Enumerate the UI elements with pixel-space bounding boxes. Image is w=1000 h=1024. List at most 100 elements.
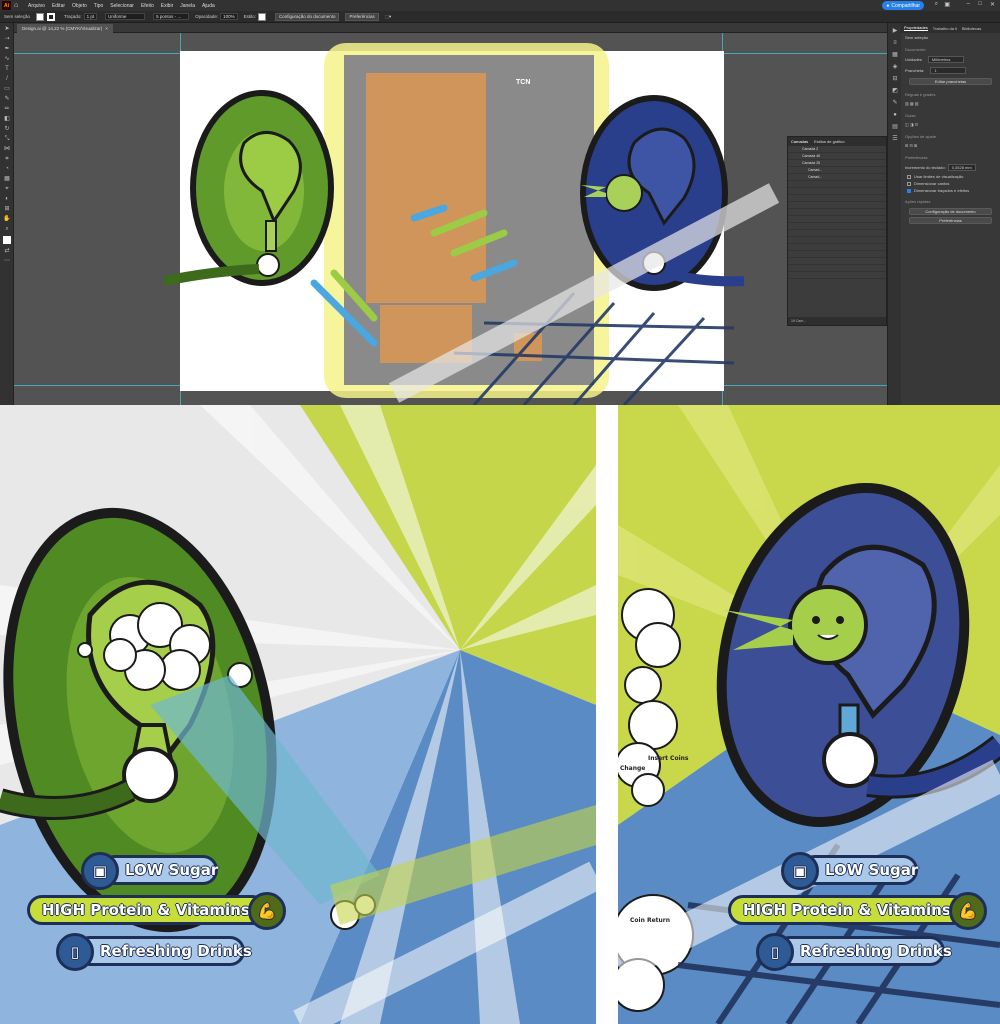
swap-colors-icon[interactable]: ⇄ <box>3 247 11 255</box>
layer-row[interactable] <box>788 272 886 279</box>
doc-setup-button[interactable]: Configuração do documento <box>274 12 340 21</box>
fill-color-icon[interactable] <box>3 236 11 244</box>
menu-tipo[interactable]: Tipo <box>94 3 104 9</box>
hand-tool-icon[interactable]: ✋ <box>3 215 11 223</box>
color-icon[interactable]: ● <box>891 111 899 119</box>
width-tool-icon[interactable]: ⋈ <box>3 145 11 153</box>
scale-tool-icon[interactable]: ⤡ <box>3 135 11 143</box>
pathfinder-icon[interactable]: ◩ <box>891 87 899 95</box>
gradient-tool-icon[interactable]: ▦ <box>3 175 11 183</box>
brush-select[interactable]: 5 pontos - ... <box>153 13 190 20</box>
layer-row[interactable] <box>788 181 886 188</box>
fill-swatch[interactable] <box>36 12 45 21</box>
preferences-button[interactable]: Preferências <box>345 12 379 21</box>
checkbox-scale-corners[interactable]: Dimensionar cantos <box>901 180 1000 187</box>
arrange-icon[interactable]: ⬚▾ <box>385 14 392 20</box>
stroke-weight-field[interactable]: 1 pt <box>83 13 98 20</box>
rotate-tool-icon[interactable]: ↻ <box>3 125 11 133</box>
checkbox-scale-strokes[interactable]: Dimensionar traçados e efeitos <box>901 187 1000 194</box>
layer-row[interactable]: Camad... <box>788 167 886 174</box>
selection-tool-icon[interactable]: ➤ <box>3 25 11 33</box>
document-setup-button[interactable]: Configuração de documento <box>909 208 992 215</box>
guides-title: Guias <box>905 113 916 118</box>
layer-row[interactable] <box>788 265 886 272</box>
menu-efeito[interactable]: Efeito <box>141 3 154 9</box>
more-tools-icon[interactable]: ⋯ <box>3 257 11 265</box>
play-icon[interactable]: ▶ <box>891 27 899 35</box>
layer-row[interactable]: Camada 46 <box>788 153 886 160</box>
pen-tool-icon[interactable]: ✒ <box>3 45 11 53</box>
artboard-select[interactable]: 1 <box>930 67 967 74</box>
type-tool-icon[interactable]: T <box>3 65 11 73</box>
paintbrush-tool-icon[interactable]: ✎ <box>3 95 11 103</box>
tab-graphic-styles[interactable]: Estilos de gráfico <box>814 139 844 144</box>
search-icon[interactable]: ⌕ <box>935 1 938 8</box>
menu-ajuda[interactable]: Ajuda <box>202 3 215 9</box>
checkbox-preview-bounds[interactable]: Usar limites de visualização <box>901 173 1000 180</box>
layer-row[interactable] <box>788 209 886 216</box>
blend-tool-icon[interactable]: ◐ <box>3 195 11 203</box>
share-button[interactable]: ● Compartilhar <box>882 1 924 10</box>
snap-icons[interactable]: ⊞ ⊟ ⊠ <box>901 141 1000 150</box>
stroke-profile-select[interactable]: Uniforme <box>105 13 146 20</box>
properties-icon[interactable]: ≡ <box>891 39 899 47</box>
brushes-icon[interactable]: ✎ <box>891 99 899 107</box>
menu-objeto[interactable]: Objeto <box>72 3 87 9</box>
document-tab[interactable]: Design.ai @ 14,22 % (CMYK/Visualizar) × <box>17 24 113 33</box>
layer-row[interactable] <box>788 251 886 258</box>
stroke-icon[interactable]: ☰ <box>891 135 899 143</box>
curvature-tool-icon[interactable]: ∿ <box>3 55 11 63</box>
free-transform-tool-icon[interactable]: ⌗ <box>3 155 11 163</box>
menu-selecionar[interactable]: Selecionar <box>110 3 134 9</box>
shape-builder-tool-icon[interactable]: ◔ <box>3 165 11 173</box>
zoom-tool-icon[interactable]: ⌕ <box>3 225 11 233</box>
align-icon[interactable]: ⊟ <box>891 75 899 83</box>
layer-row[interactable] <box>788 223 886 230</box>
tab-libraries[interactable]: Bibliotecas <box>962 26 981 31</box>
style-swatch[interactable] <box>257 12 266 21</box>
menu-editar[interactable]: Editar <box>52 3 65 9</box>
pencil-tool-icon[interactable]: ✏ <box>3 105 11 113</box>
layer-row[interactable]: Camad... <box>788 174 886 181</box>
close-tab-icon[interactable]: × <box>105 26 108 31</box>
layer-row[interactable]: Camada 2 <box>788 146 886 153</box>
direct-selection-tool-icon[interactable]: ⇢ <box>3 35 11 43</box>
workspace-icon[interactable]: ▣ <box>944 1 950 8</box>
maximize-icon[interactable]: □ <box>978 1 982 7</box>
tab-layers[interactable]: Camadas <box>791 139 808 144</box>
eyedropper-tool-icon[interactable]: ⌖ <box>3 185 11 193</box>
swatches-icon[interactable]: ▤ <box>891 123 899 131</box>
layer-row[interactable] <box>788 258 886 265</box>
preferences-panel-button[interactable]: Preferências <box>909 217 992 224</box>
edit-artboards-button[interactable]: Editar pranchetas <box>909 78 992 85</box>
home-icon[interactable]: ⌂ <box>14 2 22 10</box>
close-icon[interactable]: ✕ <box>990 1 995 8</box>
layers-icon[interactable]: ◈ <box>891 63 899 71</box>
tab-trabalho[interactable]: Trabalho da li <box>933 26 957 31</box>
stroke-swatch[interactable] <box>47 12 56 21</box>
opacity-field[interactable]: 100% <box>220 13 238 20</box>
menu-janela[interactable]: Janela <box>180 3 195 9</box>
menu-arquivo[interactable]: Arquivo <box>28 3 45 9</box>
tab-properties[interactable]: Propriedades <box>904 25 928 31</box>
guides-icons[interactable]: ◫ ◨ ⊡ <box>901 120 1000 129</box>
rulers-grid-icons[interactable]: ▥ ▦ ▧ <box>901 99 1000 108</box>
menu-exibir[interactable]: Exibir <box>161 3 174 9</box>
rectangle-tool-icon[interactable]: ▭ <box>3 85 11 93</box>
layer-row[interactable] <box>788 216 886 223</box>
libraries-icon[interactable]: ▦ <box>891 51 899 59</box>
layer-row[interactable] <box>788 202 886 209</box>
units-select[interactable]: Milímetros <box>927 56 964 63</box>
layer-row[interactable] <box>788 237 886 244</box>
artboard-tool-icon[interactable]: ⊞ <box>3 205 11 213</box>
eraser-tool-icon[interactable]: ◧ <box>3 115 11 123</box>
canvas[interactable]: TCN <box>14 33 887 405</box>
line-tool-icon[interactable]: / <box>3 75 11 83</box>
keyboard-increment-field[interactable]: 0,3528 mm <box>947 164 976 171</box>
layer-row[interactable] <box>788 195 886 202</box>
layer-row[interactable]: Camada 25 <box>788 160 886 167</box>
layer-row[interactable] <box>788 188 886 195</box>
layer-row[interactable] <box>788 244 886 251</box>
minimize-icon[interactable]: – <box>967 1 970 7</box>
layer-row[interactable] <box>788 230 886 237</box>
